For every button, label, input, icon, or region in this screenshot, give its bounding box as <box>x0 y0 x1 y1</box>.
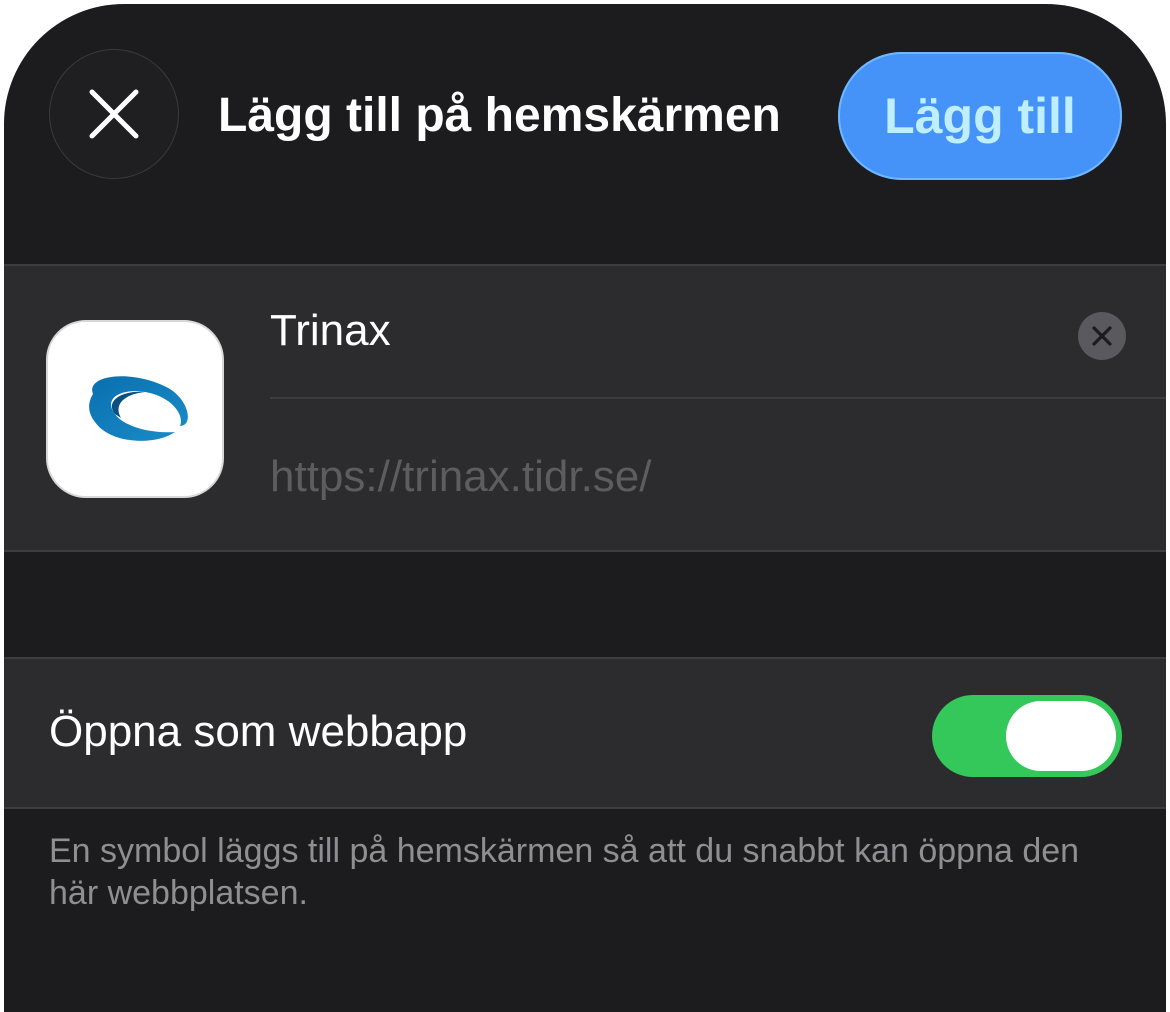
footer-description: En symbol läggs till på hemskärmen så at… <box>49 832 1080 912</box>
web-app-toggle-switch[interactable] <box>932 695 1122 777</box>
trinax-logo-icon <box>46 320 224 498</box>
web-app-toggle-label: Öppna som webbapp <box>49 707 468 756</box>
app-info-group: Trinax https://trinax.tidr.se/ <box>4 264 1166 552</box>
clear-name-button[interactable] <box>1078 312 1126 360</box>
app-name-field[interactable]: Trinax <box>270 306 391 356</box>
add-button[interactable]: Lägg till <box>838 52 1122 180</box>
toggle-knob <box>1006 701 1116 771</box>
add-to-home-screen-sheet: Lägg till på hemskärmen Lägg till Trinax <box>4 4 1166 1012</box>
page-title: Lägg till på hemskärmen <box>218 89 781 142</box>
clear-field-icon <box>1092 326 1112 346</box>
url-field: https://trinax.tidr.se/ <box>270 452 652 501</box>
close-button[interactable] <box>49 49 179 179</box>
field-divider <box>270 397 1166 399</box>
web-app-toggle-row: Öppna som webbapp <box>4 657 1166 809</box>
close-icon <box>89 89 139 139</box>
